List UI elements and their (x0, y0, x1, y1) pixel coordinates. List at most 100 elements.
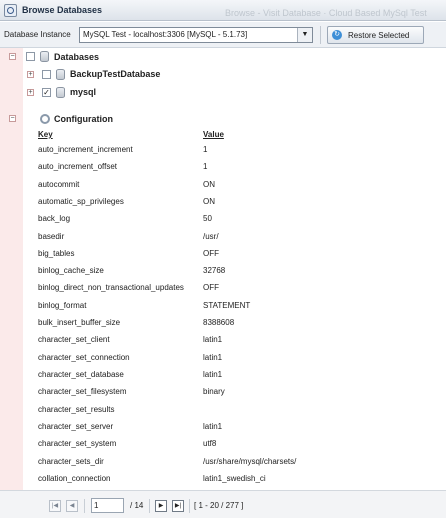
window-title: Browse Databases (22, 5, 103, 15)
config-key: character_set_connection (38, 353, 130, 362)
config-key: auto_increment_offset (38, 162, 118, 171)
toolbar: Database Instance MySQL Test - localhost… (0, 22, 446, 48)
config-key: character_set_server (38, 422, 114, 431)
config-row: character_set_results (38, 401, 446, 418)
config-value: latin1_swedish_ci (203, 474, 266, 483)
backuptestdatabase-label: BackupTestDatabase (70, 69, 161, 79)
pager-separator (149, 499, 150, 513)
config-value: latin1 (203, 422, 223, 431)
config-key: basedir (38, 232, 65, 241)
expand-icon[interactable]: + (27, 89, 34, 96)
restore-icon: ↻ (332, 30, 342, 40)
config-row: character_sets_dir/usr/share/mysql/chars… (38, 453, 446, 470)
config-row: bulk_insert_buffer_size 8388608 (38, 314, 446, 331)
config-row: basedir/usr/ (38, 228, 446, 245)
config-value: 8388608 (203, 318, 235, 327)
config-value: 32768 (203, 266, 226, 275)
config-key: character_sets_dir (38, 457, 104, 466)
config-row: binlog_format STATEMENT (38, 297, 446, 314)
tree-node-databases[interactable]: − Databases (0, 50, 446, 66)
config-value: binary (203, 387, 225, 396)
database-icon (56, 87, 65, 98)
config-row: binlog_direct_non_transactional_updates O… (38, 279, 446, 296)
config-row: autocommit ON (38, 176, 446, 193)
config-row: big_tables OFF (38, 245, 446, 262)
mysql-label: mysql (70, 87, 97, 97)
database-instance-label: Database Instance (4, 30, 71, 39)
config-value: 1 (203, 162, 208, 171)
value-column-header[interactable]: Value (203, 130, 224, 139)
first-page-button[interactable]: |◀ (49, 500, 61, 512)
config-value: /usr/ (203, 232, 219, 241)
expand-icon[interactable]: + (27, 71, 34, 78)
config-value: STATEMENT (203, 301, 251, 310)
databases-label: Databases (54, 52, 100, 62)
mysql-checkbox[interactable]: ✓ (42, 88, 51, 97)
config-row: character_set_database latin1 (38, 366, 446, 383)
key-column-header[interactable]: Key (38, 130, 53, 139)
content-area: − Databases + BackupTestDatabase + ✓ mys… (0, 48, 446, 490)
databases-checkbox[interactable] (26, 52, 35, 61)
previous-page-button[interactable]: ◀ (66, 500, 78, 512)
config-key: character_set_database (38, 370, 124, 379)
config-key: character_set_client (38, 335, 110, 344)
config-key: character_set_system (38, 439, 117, 448)
restore-selected-button[interactable]: ↻ Restore Selected (327, 26, 424, 44)
config-value: utf8 (203, 439, 217, 448)
config-key: binlog_direct_non_transactional_updates (38, 283, 184, 292)
config-value: ON (203, 197, 215, 206)
pager-separator (84, 499, 85, 513)
config-key: automatic_sp_privileges (38, 197, 124, 206)
collapse-icon[interactable]: − (9, 115, 16, 122)
pagination-bar: |◀ ◀ 1 / 14 ▶ ▶| [ 1 - 20 / 277 ] (0, 490, 446, 518)
config-key: binlog_cache_size (38, 266, 104, 275)
toolbar-separator (320, 26, 321, 44)
config-value: 1 (203, 145, 208, 154)
config-key: big_tables (38, 249, 75, 258)
tree-node-configuration[interactable]: − Configuration (0, 111, 446, 127)
config-key: collation_connection (38, 474, 111, 483)
config-key: auto_increment_increment (38, 145, 133, 154)
config-value: latin1 (203, 335, 223, 344)
config-value: 50 (203, 214, 212, 223)
collapse-icon[interactable]: − (9, 53, 16, 60)
config-row: character_set_filesystem binary (38, 383, 446, 400)
config-key: bulk_insert_buffer_size (38, 318, 121, 327)
config-row: auto_increment_increment 1 (38, 141, 446, 158)
window-titlebar: Browse Databases Browse - Visit Database… (0, 0, 446, 21)
config-row: character_set_connection latin1 (38, 349, 446, 366)
database-icon (40, 51, 49, 62)
chevron-down-icon[interactable]: ▼ (297, 28, 312, 42)
config-row: collation_connection latin1_swedish_ci (38, 470, 446, 487)
config-value: ON (203, 180, 215, 189)
tree-node-mysql[interactable]: + ✓ mysql (0, 85, 446, 101)
search-database-icon (4, 4, 17, 17)
database-icon (56, 69, 65, 80)
config-value: latin1 (203, 353, 223, 362)
config-key: character_set_results (38, 405, 115, 414)
pager-separator (189, 499, 190, 513)
config-row: character_set_client latin1 (38, 331, 446, 348)
configuration-label: Configuration (54, 114, 113, 124)
config-row: back_log 50 (38, 210, 446, 227)
backuptestdatabase-checkbox[interactable] (42, 70, 51, 79)
background-window-title: Browse - Visit Database · Cloud Based My… (225, 8, 427, 18)
config-row: binlog_cache_size 32768 (38, 262, 446, 279)
next-page-button[interactable]: ▶ (155, 500, 167, 512)
database-instance-value: MySQL Test - localhost:3306 [MySQL - 5.1… (83, 30, 248, 39)
tree-node-backuptestdatabase[interactable]: + BackupTestDatabase (0, 67, 446, 83)
last-page-button[interactable]: ▶| (172, 500, 184, 512)
page-number-input[interactable]: 1 (91, 498, 124, 513)
config-row: automatic_sp_privileges ON (38, 193, 446, 210)
config-row: auto_increment_offset 1 (38, 158, 446, 175)
config-key: back_log (38, 214, 71, 223)
database-instance-select[interactable]: MySQL Test - localhost:3306 [MySQL - 5.1… (79, 27, 313, 43)
config-value: OFF (203, 249, 219, 258)
config-value: latin1 (203, 370, 223, 379)
record-range-label: [ 1 - 20 / 277 ] (194, 501, 244, 510)
page-count-label: / 14 (130, 501, 144, 510)
restore-selected-label: Restore Selected (348, 31, 410, 40)
config-key: character_set_filesystem (38, 387, 127, 396)
config-key: binlog_format (38, 301, 87, 310)
config-row: character_set_system utf8 (38, 435, 446, 452)
